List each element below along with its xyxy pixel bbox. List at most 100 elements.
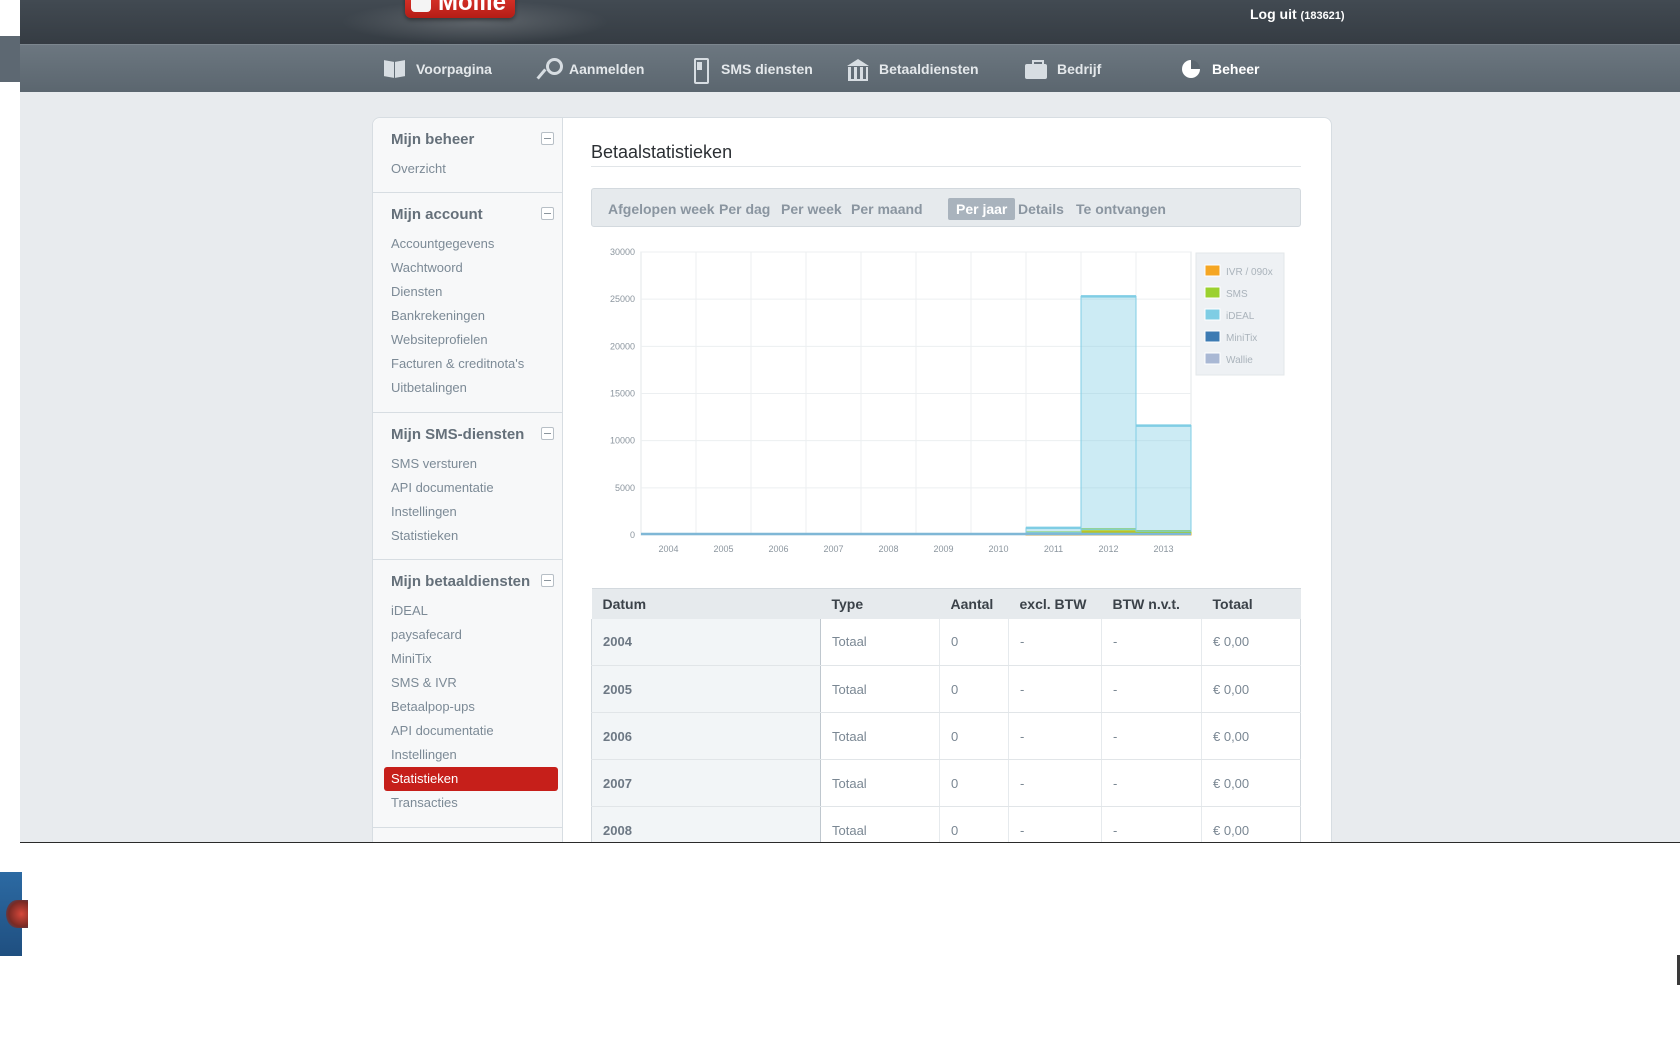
sidebar-link-overzicht[interactable]: Overzicht [391, 159, 446, 179]
collapse-icon[interactable] [541, 132, 554, 145]
cell-datum: 2007 [591, 759, 821, 807]
start-orb-icon[interactable] [6, 900, 28, 928]
sidebar-link-sms-ivr[interactable]: SMS & IVR [391, 673, 457, 693]
nav-label: Bedrijf [1057, 61, 1102, 77]
stats-table: Datum Type Aantal excl. BTW BTW n.v.t. T… [591, 588, 1301, 842]
y-tick-label: 25000 [610, 294, 635, 304]
cell-excl-btw: - [1008, 759, 1102, 807]
nav-item-sms-diensten[interactable]: SMS diensten [689, 45, 813, 93]
mollie-logo[interactable]: Mollie [405, 0, 515, 18]
cell-datum: 2006 [591, 712, 821, 760]
nav-item-beheer[interactable]: Beheer [1180, 45, 1259, 93]
col-header-totaal: Totaal [1201, 588, 1301, 619]
table-row: 2004 Totaal 0- - € 0,00 [591, 618, 1301, 666]
legend-label: MiniTix [1226, 333, 1257, 344]
sidebar-link-wachtwoord[interactable]: Wachtwoord [391, 258, 463, 278]
sidebar-link-paysafecard[interactable]: paysafecard [391, 625, 462, 645]
logout-label: Log uit [1250, 6, 1297, 22]
sidebar-section-mijn-beheer: Mijn beheer Overzicht [373, 118, 563, 193]
collapse-icon[interactable] [541, 574, 554, 587]
cell-excl-btw: - [1008, 806, 1102, 842]
y-tick-label: 5000 [615, 483, 635, 493]
x-tick-label: 2011 [1044, 544, 1063, 554]
y-tick-label: 20000 [610, 341, 635, 351]
logout-link[interactable]: Log uit (183621) [1250, 6, 1345, 22]
cell-totaal: € 0,00 [1201, 806, 1301, 842]
collapse-icon[interactable] [541, 207, 554, 220]
top-bar: Mollie Log uit (183621) [20, 0, 1680, 44]
left-window-edge-dark [0, 36, 20, 82]
y-tick-label: 15000 [610, 389, 635, 399]
sidebar-link-uitbetalingen[interactable]: Uitbetalingen [391, 378, 467, 398]
sidebar-link-sms-versturen[interactable]: SMS versturen [391, 454, 477, 474]
cell-btw-nvt: - [1101, 712, 1202, 760]
legend-swatch [1204, 286, 1221, 299]
x-tick-label: 2007 [823, 544, 843, 554]
x-tick-label: 2012 [1098, 544, 1118, 554]
sidebar-link-facturen[interactable]: Facturen & creditnota's [391, 354, 524, 374]
nav-label: Betaaldiensten [879, 61, 979, 77]
window-bottom-edge [20, 842, 1680, 843]
y-tick-label: 10000 [610, 436, 635, 446]
phone-icon [689, 58, 711, 84]
main-container: Mijn beheer Overzicht Mijn account Accou… [372, 117, 1332, 842]
period-tabs: Afgelopen week Per dag Per week Per maan… [591, 188, 1301, 227]
cell-type: Totaal [820, 618, 940, 666]
legend-label: Wallie [1226, 355, 1253, 366]
main-nav: Voorpagina Aanmelden SMS diensten Betaal… [20, 44, 1680, 92]
legend-swatch [1204, 330, 1221, 343]
tab-per-maand[interactable]: Per maand [843, 198, 931, 220]
x-tick-label: 2009 [933, 544, 953, 554]
tab-te-ontvangen[interactable]: Te ontvangen [1068, 198, 1174, 220]
bar-ideal-2012 [1080, 295, 1137, 530]
tab-per-week[interactable]: Per week [773, 198, 850, 220]
sidebar-link-api-documentatie[interactable]: API documentatie [391, 478, 494, 498]
sidebar-link-diensten[interactable]: Diensten [391, 282, 442, 302]
sidebar-link-transacties[interactable]: Transacties [391, 793, 458, 813]
cell-datum: 2004 [591, 618, 821, 666]
cell-totaal: € 0,00 [1201, 665, 1301, 713]
cell-excl-btw: - [1008, 665, 1102, 713]
chart-svg: 0 5000 10000 15000 20000 25000 30000 2004 2005 20… [610, 247, 1285, 554]
table-body: 2004 Totaal 0- - € 0,00 2005 Totaal 0- - € 0,00 20… [591, 618, 1301, 842]
sidebar-link-betaalpop-ups[interactable]: Betaalpop-ups [391, 697, 475, 717]
account-number: (183621) [1300, 10, 1345, 22]
page-title: Betaalstatistieken [591, 142, 733, 162]
sidebar-link-accountgegevens[interactable]: Accountgegevens [391, 234, 494, 254]
sidebar-link-instellingen[interactable]: Instellingen [391, 745, 457, 765]
tab-afgelopen-week[interactable]: Afgelopen week [600, 198, 723, 220]
nav-item-betaaldiensten[interactable]: Betaaldiensten [847, 45, 979, 93]
legend-label: IVR / 090x [1226, 267, 1273, 278]
sidebar-link-instellingen[interactable]: Instellingen [391, 502, 457, 522]
cell-type: Totaal [820, 665, 940, 713]
cell-excl-btw: - [1008, 618, 1102, 666]
table-row: 2005 Totaal 0- - € 0,00 [591, 665, 1301, 713]
sidebar-link-statistieken-active[interactable]: Statistieken [384, 767, 558, 791]
tab-details[interactable]: Details [1010, 198, 1072, 220]
x-tick-label: 2004 [658, 544, 678, 554]
legend-swatch [1204, 308, 1221, 321]
sidebar-link-minitix[interactable]: MiniTix [391, 649, 432, 669]
collapse-icon[interactable] [541, 427, 554, 440]
cell-btw-nvt: - [1101, 618, 1202, 666]
y-tick-label: 0 [630, 530, 635, 540]
sidebar-link-api-documentatie[interactable]: API documentatie [391, 721, 494, 741]
cell-totaal: € 0,00 [1201, 759, 1301, 807]
sidebar-link-ideal[interactable]: iDEAL [391, 601, 428, 621]
x-tick-label: 2008 [878, 544, 898, 554]
briefcase-icon [1025, 58, 1047, 80]
table-row: 2007 Totaal 0- - € 0,00 [591, 759, 1301, 807]
sidebar-link-statistieken[interactable]: Statistieken [391, 526, 458, 546]
tab-per-jaar[interactable]: Per jaar [948, 198, 1016, 220]
logo-icon [411, 0, 431, 12]
sidebar-link-bankrekeningen[interactable]: Bankrekeningen [391, 306, 485, 326]
nav-item-voorpagina[interactable]: Voorpagina [384, 45, 492, 93]
sidebar-link-websiteprofielen[interactable]: Websiteprofielen [391, 330, 488, 350]
cell-totaal: € 0,00 [1201, 618, 1301, 666]
cell-excl-btw: - [1008, 712, 1102, 760]
nav-item-bedrijf[interactable]: Bedrijf [1025, 45, 1101, 93]
bank-icon [847, 58, 869, 81]
tab-per-dag[interactable]: Per dag [711, 198, 778, 220]
sidebar-section-title: Mijn betaaldiensten [391, 573, 531, 590]
nav-item-aanmelden[interactable]: Aanmelden [537, 45, 644, 93]
